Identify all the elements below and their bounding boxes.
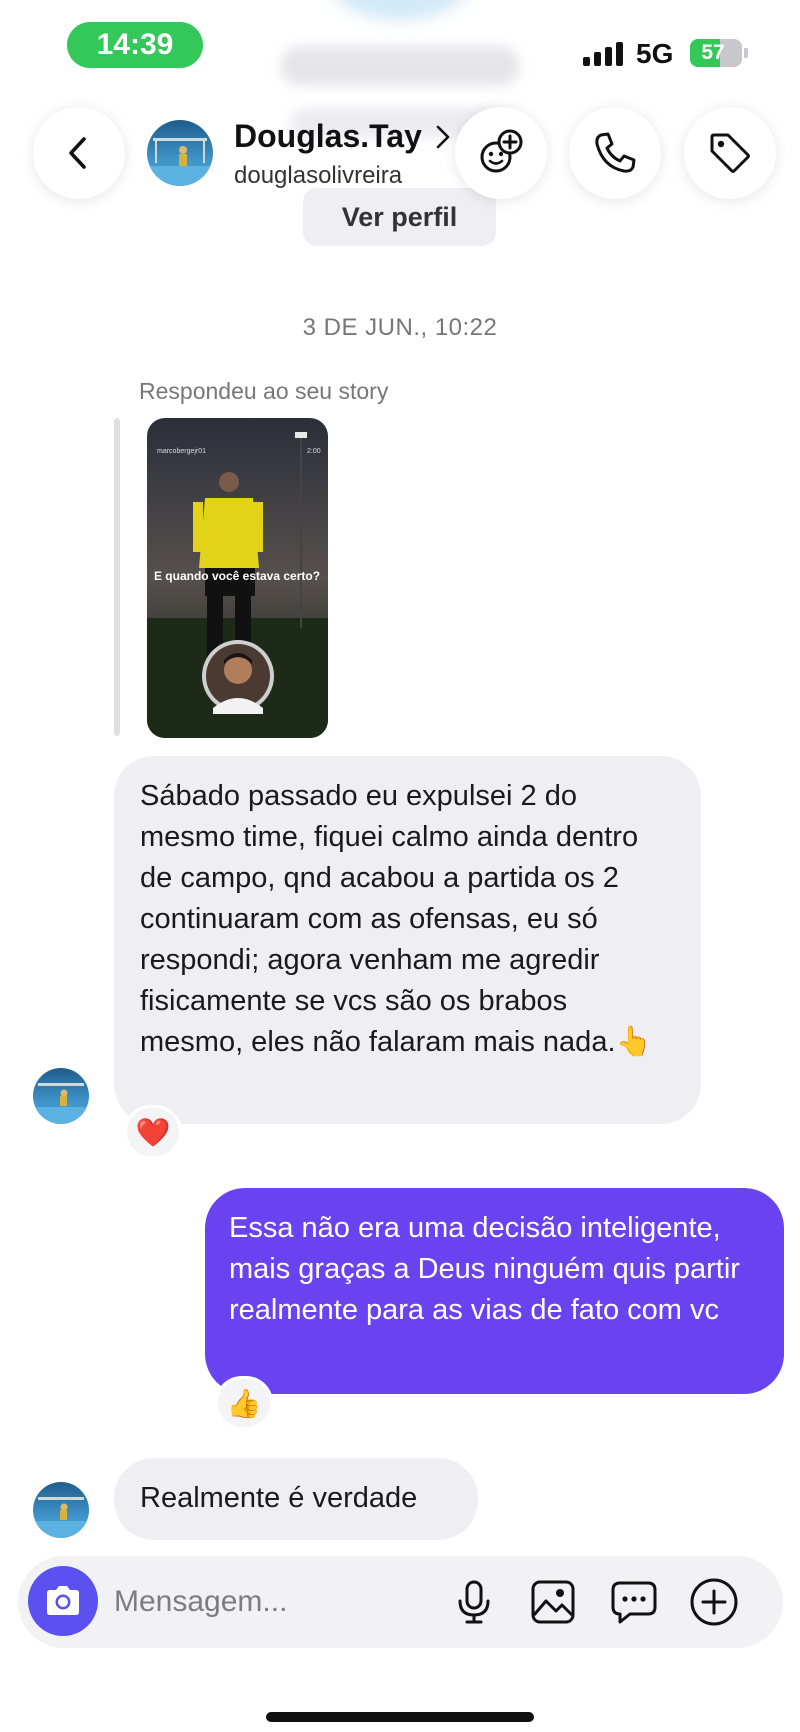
gallery-icon <box>531 1580 575 1624</box>
story-thumbnail[interactable]: marcobergejr01 2:00 E quando você estava… <box>147 418 328 738</box>
chat-icon <box>611 1581 657 1624</box>
thumbs-up-reaction[interactable]: 👍 <box>215 1376 273 1430</box>
back-button[interactable] <box>33 107 125 199</box>
add-people-icon <box>480 129 523 173</box>
message-input[interactable] <box>114 1572 444 1632</box>
contact-name: Douglas.Tay <box>234 118 422 154</box>
message-bubble-incoming[interactable]: Sábado passado eu expulsei 2 do mesmo ti… <box>114 756 701 1124</box>
status-bar: 14:39 5G 57 <box>0 0 800 100</box>
signal-icon <box>583 40 625 66</box>
message-text: Essa não era uma decisão inteligente, ma… <box>229 1212 740 1326</box>
sender-avatar[interactable] <box>33 1482 89 1538</box>
date-divider: 3 DE JUN., 10:22 <box>302 314 498 341</box>
story-caption: E quando você estava certo? <box>154 569 320 583</box>
call-button[interactable] <box>569 107 661 199</box>
plus-circle-icon <box>690 1578 738 1626</box>
reply-indicator-bar <box>114 418 120 736</box>
chat-sticker-button[interactable] <box>608 1576 660 1628</box>
header-name-row[interactable]: Douglas.Tay <box>234 118 450 155</box>
sender-avatar[interactable] <box>33 1068 89 1124</box>
phone-icon <box>595 132 636 173</box>
message-bubble-outgoing[interactable]: Essa não era uma decisão inteligente, ma… <box>205 1188 784 1394</box>
tag-icon <box>710 133 750 173</box>
message-text: Sábado passado eu expulsei 2 do mesmo ti… <box>140 780 652 1058</box>
message-bubble-incoming[interactable]: Realmente é verdade <box>114 1458 478 1540</box>
message-text: Realmente é verdade <box>140 1482 418 1514</box>
back-arrow-icon <box>69 137 86 169</box>
status-time: 14:39 <box>67 22 203 68</box>
story-duration-label: 2:00 <box>307 448 321 455</box>
story-account-label: marcobergejr01 <box>157 448 206 455</box>
network-label: 5G <box>636 38 674 69</box>
tag-button[interactable] <box>684 107 776 199</box>
heart-reaction[interactable]: ❤️ <box>124 1105 182 1159</box>
gallery-button[interactable] <box>527 1576 579 1628</box>
contact-username: douglasolivreira <box>234 162 403 189</box>
message-composer <box>18 1556 783 1648</box>
battery-percent: 57 <box>701 41 725 64</box>
view-profile-button[interactable]: Ver perfil <box>303 188 496 246</box>
camera-icon <box>47 1586 79 1615</box>
header-avatar[interactable] <box>147 120 213 186</box>
microphone-icon <box>458 1580 490 1624</box>
home-indicator <box>266 1712 534 1722</box>
battery-icon: 57 <box>690 39 742 67</box>
more-options-button[interactable] <box>688 1576 740 1628</box>
story-reply-caption: Respondeu ao seu story <box>139 378 389 404</box>
microphone-button[interactable] <box>448 1576 500 1628</box>
chevron-right-icon <box>436 125 450 149</box>
battery-cap <box>744 48 748 58</box>
camera-button[interactable] <box>28 1566 98 1636</box>
add-people-button[interactable] <box>455 107 547 199</box>
